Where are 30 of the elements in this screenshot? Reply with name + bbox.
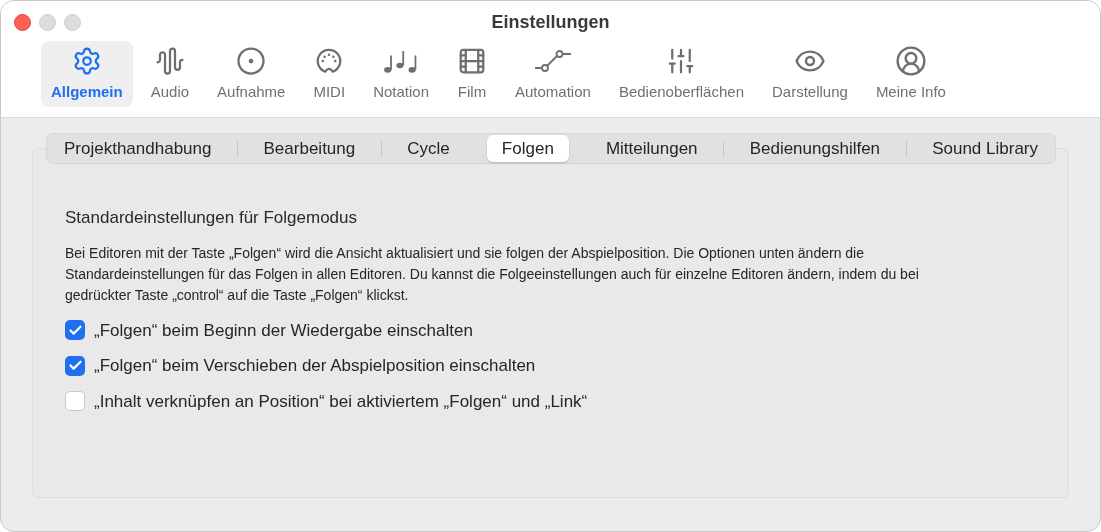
toolbar-tab[interactable]: Bedienoberflächen (608, 41, 754, 107)
tab[interactable]: Folgen (486, 135, 569, 162)
toolbar-tab[interactable]: Film (447, 41, 497, 107)
checkbox-label: „Inhalt verknüpfen an Position“ bei aktiviertem „Folgen“ und „Link“ (94, 390, 588, 413)
tab[interactable]: Projekthandhabung (49, 135, 227, 162)
waveform-icon (154, 44, 185, 77)
checkbox[interactable] (65, 391, 85, 412)
tab[interactable]: Cycle (392, 135, 465, 162)
checkbox-label: „Folgen“ beim Verschieben der Abspielposition einschalten (94, 355, 536, 377)
tab[interactable]: Mitteilungen (590, 135, 713, 162)
toolbar-tab[interactable]: Allgemein (41, 41, 133, 107)
tab[interactable]: Bearbeitung (248, 135, 371, 162)
toolbar-tab[interactable]: Darstellung (762, 41, 858, 107)
toolbar-tab[interactable]: Aufnahme (207, 41, 296, 107)
checkbox-label: „Folgen“ beim Beginn der Wiedergabe einschalten (94, 319, 473, 342)
tab[interactable]: Bedienungshilfen (734, 135, 896, 162)
section-title: Standardeinstellungen für Folgemodus (65, 207, 359, 229)
close-button[interactable] (14, 14, 31, 31)
toolbar-tab[interactable]: Automation (505, 41, 601, 107)
checkbox[interactable] (65, 355, 85, 376)
description-text: Bei Editoren mit der Taste „Folgen“ wird die Ansicht aktualisiert und sie folgen der Abspielposition. Die Optionen unten ändern die Standardeinstellungen für das Folgen in allen Editoren. Du kannst die Folgeeinstellungen auch für einzelne Editoren ändern, indem du bei gedrückter Taste „control“ auf die Taste „Folgen“ klickst. (65, 243, 920, 305)
toolbar-tab[interactable]: MIDI (303, 41, 356, 107)
user-icon (894, 44, 927, 77)
checkbox[interactable] (65, 320, 85, 341)
tab[interactable]: Sound Library (917, 135, 1053, 162)
toolbar-tab[interactable]: Notation (363, 41, 439, 107)
record-icon (236, 44, 267, 77)
toolbar-tab[interactable]: Meine Info (865, 41, 956, 107)
window-title: Einstellungen (491, 10, 610, 34)
toolbar-tab[interactable]: Audio (140, 41, 200, 107)
